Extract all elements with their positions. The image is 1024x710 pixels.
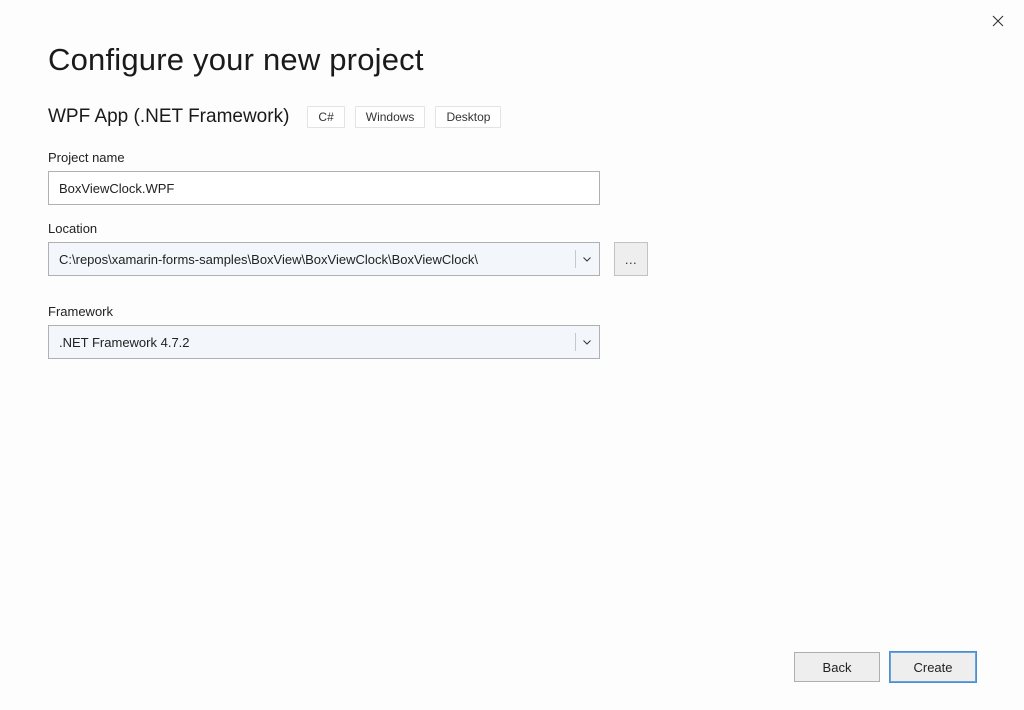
template-tags: C# Windows Desktop [307,106,501,128]
chevron-down-icon [575,333,593,351]
dialog-content: Configure your new project WPF App (.NET… [0,0,1024,359]
tag-windows: Windows [355,106,426,128]
close-icon [992,14,1004,30]
template-header: WPF App (.NET Framework) C# Windows Desk… [48,106,976,128]
location-value: C:\repos\xamarin-forms-samples\BoxView\B… [59,252,478,267]
tag-csharp: C# [307,106,344,128]
location-combobox[interactable]: C:\repos\xamarin-forms-samples\BoxView\B… [48,242,600,276]
close-button[interactable] [986,10,1010,34]
framework-combobox[interactable]: .NET Framework 4.7.2 [48,325,600,359]
template-name: WPF App (.NET Framework) [48,106,289,128]
framework-label: Framework [48,304,976,319]
back-button[interactable]: Back [794,652,880,682]
location-group: Location C:\repos\xamarin-forms-samples\… [48,221,976,276]
browse-label: ... [625,252,637,267]
project-name-group: Project name [48,150,976,205]
framework-value: .NET Framework 4.7.2 [59,335,190,350]
chevron-down-icon [575,250,593,268]
create-button[interactable]: Create [890,652,976,682]
project-name-label: Project name [48,150,976,165]
page-title: Configure your new project [48,42,976,78]
browse-button[interactable]: ... [614,242,648,276]
tag-desktop: Desktop [435,106,501,128]
framework-group: Framework .NET Framework 4.7.2 [48,304,976,359]
location-label: Location [48,221,976,236]
button-bar: Back Create [794,652,976,682]
project-name-input[interactable] [48,171,600,205]
